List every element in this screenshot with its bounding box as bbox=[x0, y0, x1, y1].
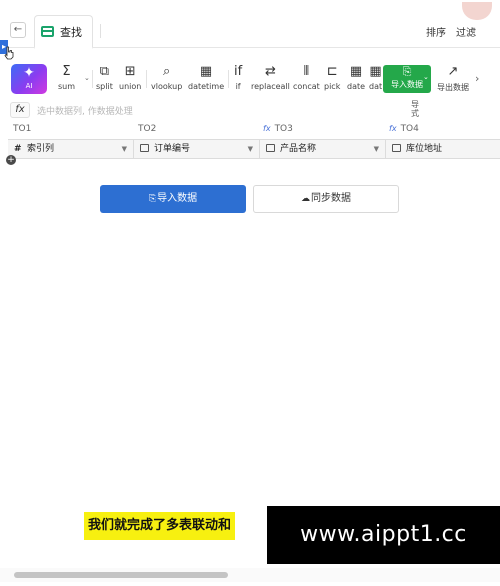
replaceall-button[interactable]: ⇄ replaceall bbox=[251, 64, 290, 91]
if-label: if bbox=[235, 82, 241, 91]
calendar-icon: ▦ bbox=[369, 64, 382, 79]
ai-button[interactable]: ✦ AI bbox=[11, 64, 47, 94]
sum-dropdown-icon[interactable]: ⌄ bbox=[84, 74, 90, 82]
toolbar: ✦ AI Σ sum ⌄ ⧉ split ⊞ union ⌕ vlookup ▦… bbox=[0, 60, 500, 98]
import-button-label: 导入数据 bbox=[157, 193, 198, 204]
column-letters: TO1 TO2 fx TO3 fx TO4 bbox=[0, 122, 500, 138]
tab-search[interactable]: 查找 bbox=[34, 15, 93, 49]
date2-label: dat bbox=[369, 82, 383, 91]
video-subtitle: 我们就完成了多表联动和 bbox=[84, 512, 236, 540]
column-letter-fx: fx TO3 bbox=[263, 124, 293, 134]
replaceall-label: replaceall bbox=[251, 82, 290, 91]
table-header-row: # 索引列 ▼ 订单编号 ▼ 产品名称 ▼ 库位地址 bbox=[8, 139, 500, 159]
add-row-button[interactable]: + bbox=[6, 155, 16, 165]
sigma-icon: Σ bbox=[62, 64, 71, 79]
union-label: union bbox=[119, 82, 142, 91]
toolbar-divider bbox=[146, 70, 147, 88]
ai-label: AI bbox=[25, 82, 33, 90]
calendar-icon: ▦ bbox=[349, 64, 363, 79]
pick-button[interactable]: ⊏ pick bbox=[324, 64, 340, 91]
sync-button-label: 同步数据 bbox=[311, 193, 351, 204]
union-icon: ⊞ bbox=[124, 64, 136, 79]
datetime-label: datetime bbox=[188, 82, 225, 91]
sync-data-button[interactable]: ☁同步数据 bbox=[253, 185, 399, 213]
pick-icon: ⊏ bbox=[326, 64, 338, 79]
formula-bar: fx 选中数据列, 作数据处理 bbox=[0, 100, 500, 120]
back-button[interactable]: ← bbox=[10, 22, 26, 38]
text-field-icon bbox=[140, 144, 149, 152]
datetime-button[interactable]: ▦ datetime bbox=[188, 64, 224, 91]
filter-button[interactable]: 过滤 bbox=[456, 24, 476, 39]
column-letter-fx: fx TO4 bbox=[389, 124, 419, 134]
column-header-location[interactable]: 库位地址 bbox=[386, 140, 500, 158]
pick-label: pick bbox=[324, 82, 341, 91]
top-bar: ← 查找 排序 过滤 bbox=[0, 2, 500, 49]
column-letter: TO1 bbox=[13, 124, 32, 134]
column-letter: TO3 bbox=[274, 124, 293, 134]
toolbar-more-icon[interactable]: › bbox=[475, 72, 479, 85]
sort-button[interactable]: 排序 bbox=[426, 24, 446, 39]
text-field-icon bbox=[392, 144, 401, 152]
search-icon: ⌕ bbox=[163, 64, 171, 79]
column-letter: TO2 bbox=[138, 124, 157, 134]
date-button-2[interactable]: ▦ dat bbox=[369, 64, 382, 91]
import-data-primary-button[interactable]: ⎘导入数据 bbox=[100, 185, 246, 213]
calendar-icon: ▦ bbox=[199, 64, 213, 79]
column-header-label: 索引列 bbox=[27, 144, 55, 154]
date-label: date bbox=[347, 82, 366, 91]
tab-divider bbox=[100, 24, 101, 38]
import-label: 导入数据 bbox=[391, 80, 423, 89]
hash-icon: # bbox=[14, 144, 22, 154]
dropdown-arrow-icon[interactable]: ▼ bbox=[122, 140, 127, 158]
union-button[interactable]: ⊞ union bbox=[119, 64, 141, 91]
column-letter: TO4 bbox=[400, 124, 419, 134]
split-label: split bbox=[96, 82, 113, 91]
toolbar-divider bbox=[228, 70, 229, 88]
if-button[interactable]: if if bbox=[234, 64, 242, 91]
sum-button[interactable]: Σ sum bbox=[58, 64, 75, 91]
watermark: www.aippt1.cc bbox=[267, 506, 500, 564]
column-header-label: 库位地址 bbox=[406, 144, 443, 154]
dropdown-arrow-icon[interactable]: ▼ bbox=[248, 140, 253, 158]
vlookup-label: vlookup bbox=[151, 82, 183, 91]
column-header-order-id[interactable]: 订单编号 ▼ bbox=[134, 140, 260, 158]
column-header-product-name[interactable]: 产品名称 ▼ bbox=[260, 140, 386, 158]
split-icon: ⧉ bbox=[99, 64, 110, 79]
column-header-label: 产品名称 bbox=[280, 144, 317, 154]
cloud-sync-icon: ☁ bbox=[301, 194, 310, 204]
hand-cursor-icon bbox=[4, 46, 14, 60]
dropdown-arrow-icon[interactable]: ▼ bbox=[374, 140, 379, 158]
export-icon: ↗ bbox=[447, 64, 459, 79]
column-header-index[interactable]: # 索引列 ▼ bbox=[8, 140, 134, 158]
sum-label: sum bbox=[58, 82, 76, 91]
split-button[interactable]: ⧉ split bbox=[96, 64, 113, 91]
sparkle-icon: ✦ bbox=[23, 65, 35, 81]
fx-icon[interactable]: fx bbox=[10, 102, 30, 118]
avatar[interactable] bbox=[462, 2, 492, 20]
export-data-button[interactable]: ↗ 导出数据 bbox=[437, 64, 469, 93]
import-dropdown-icon[interactable]: ⌄ bbox=[423, 73, 429, 81]
if-icon: if bbox=[234, 64, 243, 79]
toolbar-divider bbox=[92, 70, 93, 88]
table-icon bbox=[41, 26, 54, 37]
formula-input[interactable]: 选中数据列, 作数据处理 bbox=[37, 104, 133, 117]
date-button[interactable]: ▦ date bbox=[347, 64, 365, 91]
import-icon: ⎘ bbox=[148, 194, 157, 204]
text-field-icon bbox=[266, 144, 275, 152]
fx-icon: fx bbox=[389, 124, 397, 133]
top-actions: 排序 过滤 bbox=[426, 24, 476, 39]
scrollbar-thumb[interactable] bbox=[14, 572, 228, 578]
concat-button[interactable]: ⫴ concat bbox=[293, 64, 320, 91]
horizontal-scrollbar[interactable] bbox=[0, 568, 500, 582]
tab-label: 查找 bbox=[60, 25, 82, 39]
vlookup-button[interactable]: ⌕ vlookup bbox=[151, 64, 182, 91]
concat-icon: ⫴ bbox=[303, 64, 310, 79]
replace-icon: ⇄ bbox=[265, 64, 276, 79]
concat-label: concat bbox=[293, 82, 320, 91]
fx-icon: fx bbox=[263, 124, 271, 133]
column-header-label: 订单编号 bbox=[154, 144, 191, 154]
export-label: 导出数据 bbox=[437, 83, 469, 92]
